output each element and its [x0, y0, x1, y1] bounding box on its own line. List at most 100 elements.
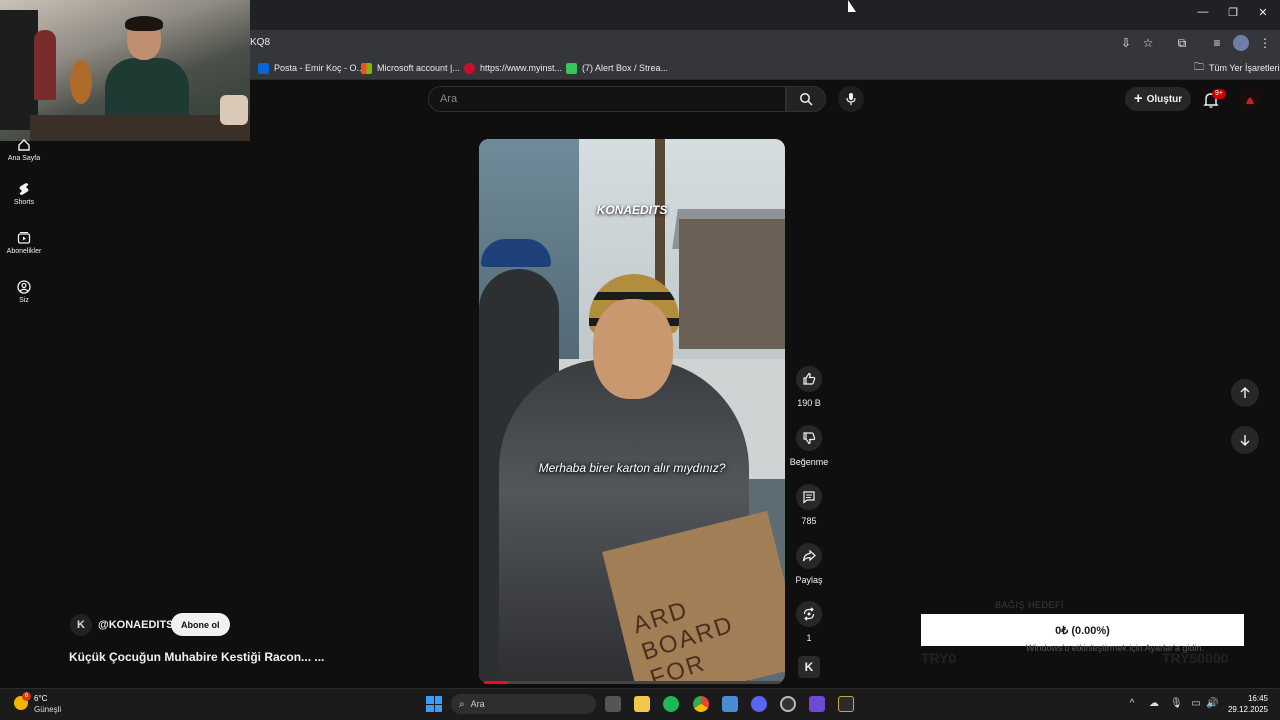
sidebar-item-label: Siz: [19, 297, 29, 304]
donation-min: TRY0: [921, 650, 957, 666]
video-subtitle: Merhaba birer karton alır mıydınız?: [538, 461, 726, 475]
obs-icon[interactable]: [780, 696, 796, 712]
extensions-icon[interactable]: ⧉: [1174, 35, 1190, 51]
search-icon: ⌕: [459, 698, 465, 710]
webcam-cup: [220, 95, 248, 125]
bookmark-label: https://www.myinst...: [480, 63, 563, 73]
spotify-icon[interactable]: [663, 696, 679, 712]
file-explorer-icon[interactable]: [634, 696, 650, 712]
video-progress-track[interactable]: [484, 681, 780, 684]
all-bookmarks[interactable]: 🗀 Tüm Yer İşaretleri: [1194, 60, 1280, 76]
task-view-icon[interactable]: [605, 696, 621, 712]
media-control-icon[interactable]: ≡: [1209, 35, 1225, 51]
share-button[interactable]: Paylaş: [788, 543, 830, 585]
taskbar-search-placeholder: Ara: [470, 699, 485, 709]
channel-logo-icon[interactable]: K: [70, 614, 92, 636]
dislike-label: Beğenme: [789, 457, 829, 467]
like-count: 190 B: [797, 398, 821, 408]
search-box[interactable]: [428, 86, 786, 112]
install-app-icon[interactable]: ⇩: [1118, 35, 1134, 51]
app-icon[interactable]: [809, 696, 825, 712]
search-input[interactable]: [429, 87, 785, 111]
bookmark-item[interactable]: Posta - Emir Koç - O...: [258, 60, 364, 76]
profile-avatar-icon[interactable]: [1233, 35, 1249, 51]
sidebar-item-subscriptions[interactable]: Abonelikler: [0, 231, 48, 255]
webcam-child: [34, 30, 56, 100]
sidebar-item-shorts[interactable]: Shorts: [0, 182, 48, 206]
bookmark-item[interactable]: (7) Alert Box / Strea...: [566, 60, 668, 76]
bookmark-item[interactable]: https://www.myinst...: [464, 60, 562, 76]
dislike-button[interactable]: Beğenme: [788, 425, 830, 467]
subscriptions-icon: [17, 232, 31, 244]
bookmark-label: Microsoft account |...: [377, 63, 460, 73]
next-video-button[interactable]: [1231, 426, 1259, 454]
minimize-button[interactable]: —: [1192, 6, 1214, 18]
search-button[interactable]: [786, 86, 826, 112]
arrow-down-icon: [1240, 435, 1250, 446]
clock-time[interactable]: 16:45: [1224, 694, 1268, 703]
league-icon[interactable]: [838, 696, 854, 712]
outlook-icon: [258, 62, 269, 74]
channel-thumbnail-icon[interactable]: K: [798, 656, 820, 678]
create-label: Oluştur: [1146, 93, 1183, 105]
microsoft-icon: [361, 62, 372, 74]
donation-goal-label: BAĞIŞ HEDEFİ: [995, 600, 1065, 610]
subscribe-button[interactable]: Abone ol: [171, 613, 230, 636]
site-icon: [464, 62, 475, 74]
avatar[interactable]: [1240, 89, 1260, 109]
discord-icon[interactable]: [751, 696, 767, 712]
plus-icon: +: [1133, 90, 1143, 107]
video-progress-fill: [484, 681, 508, 684]
sidebar-item-label: Shorts: [13, 199, 35, 206]
mouse-cursor-icon: [848, 0, 856, 12]
bookmark-star-icon[interactable]: ☆: [1140, 35, 1156, 51]
clock-date[interactable]: 29.12.2025: [1224, 705, 1268, 714]
microphone-icon: [846, 93, 856, 105]
bookmark-item[interactable]: Microsoft account |...: [361, 60, 460, 76]
close-window-button[interactable]: ✕: [1252, 6, 1274, 19]
shorts-icon: [19, 183, 29, 195]
thumbs-up-icon: [803, 372, 816, 385]
weather-badge: 6: [22, 692, 31, 701]
remix-icon: [803, 607, 815, 621]
display-icon[interactable]: ▭: [1190, 698, 1202, 709]
webcam-overlay: [0, 0, 250, 141]
taskbar-search[interactable]: ⌕ Ara: [451, 694, 596, 714]
video-title[interactable]: Küçük Çocuğun Muhabire Kestiği Racon... …: [69, 650, 324, 664]
share-icon: [802, 549, 816, 562]
onedrive-icon[interactable]: ☁: [1148, 698, 1160, 709]
folder-icon: 🗀: [1194, 61, 1204, 73]
weather-temperature[interactable]: 6°C: [34, 694, 47, 703]
like-button[interactable]: 190 B: [788, 366, 830, 408]
start-button[interactable]: [426, 696, 442, 712]
webcam-desk: [30, 115, 250, 141]
webcam-guitar: [70, 60, 92, 104]
sidebar-item-label: Abonelikler: [6, 248, 42, 255]
video-watermark: KONAEDITS: [596, 203, 668, 217]
comments-button[interactable]: 785: [788, 484, 830, 526]
chrome-icon[interactable]: [693, 696, 709, 712]
volume-icon[interactable]: 🔊: [1206, 698, 1218, 709]
sidebar-item-home[interactable]: Ana Sayfa: [0, 138, 48, 162]
create-button[interactable]: + Oluştur: [1125, 87, 1191, 111]
maximize-button[interactable]: ❐: [1222, 6, 1244, 19]
streamlabs-icon: [566, 62, 577, 74]
browser-menu-icon[interactable]: ⋮: [1257, 35, 1273, 51]
channel-handle[interactable]: @KONAEDITS: [98, 619, 174, 631]
microphone-icon[interactable]: 🎙: [1170, 698, 1183, 709]
url-text[interactable]: KQ8: [250, 37, 270, 48]
share-label: Paylaş: [795, 575, 823, 585]
donation-goal-bar: 0₺ (0.00%): [921, 614, 1244, 646]
remix-button[interactable]: 1: [788, 601, 830, 643]
remix-count: 1: [806, 633, 812, 643]
sidebar-item-you[interactable]: Siz: [0, 280, 48, 304]
bookmark-label: Posta - Emir Koç - O...: [274, 63, 365, 73]
shorts-video-player[interactable]: ARD BOARD FOR KONAEDITS Merhaba birer ka…: [479, 139, 785, 684]
webcam-monitor: [0, 10, 38, 130]
steam-icon[interactable]: [722, 696, 738, 712]
tray-chevron-icon[interactable]: ^: [1126, 698, 1138, 709]
thumbs-down-icon: [803, 432, 816, 445]
previous-video-button[interactable]: [1231, 379, 1259, 407]
voice-search-button[interactable]: [838, 86, 864, 112]
weather-condition[interactable]: Güneşli: [34, 705, 61, 714]
